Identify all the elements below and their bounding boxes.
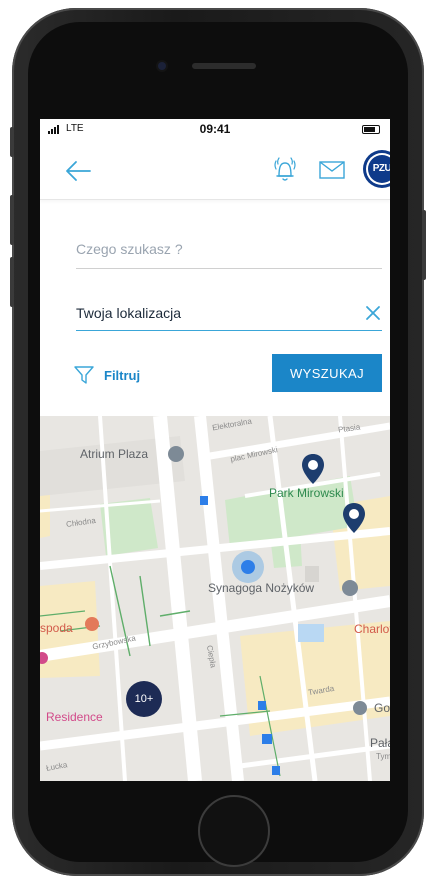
mute-switch — [10, 127, 14, 157]
map-label-poda: spoda — [40, 621, 73, 635]
location-field[interactable]: Twoja lokalizacja — [76, 305, 382, 331]
map-label-residence: Residence — [46, 710, 103, 724]
status-bar: LTE 09:41 — [40, 119, 390, 139]
status-time: 09:41 — [199, 122, 231, 136]
map-canvas — [40, 416, 390, 781]
field-underline-active — [76, 330, 382, 331]
current-location-marker — [232, 551, 264, 583]
filter-icon — [74, 366, 94, 384]
location-pin-icon[interactable] — [342, 502, 366, 534]
map-label-synagoga: Synagoga Nożyków — [208, 581, 315, 595]
map-label-atrium: Atrium Plaza — [80, 447, 149, 461]
arrow-left-icon[interactable] — [64, 159, 92, 183]
search-what-placeholder: Czego szukasz ? — [76, 241, 183, 257]
map-label-palac: Pałac — [370, 736, 390, 750]
location-pin-icon[interactable] — [301, 453, 325, 485]
map-label-charlotte: Charlotte — [354, 622, 390, 636]
battery-icon — [362, 125, 380, 134]
power-button — [422, 210, 426, 280]
bell-icon[interactable] — [272, 155, 298, 183]
home-button[interactable] — [198, 795, 270, 867]
volume-down-button — [10, 257, 14, 307]
earpiece-speaker — [192, 63, 256, 69]
app-screen: LTE 09:41 PZU Czego szukasz ? Twoja loka… — [40, 119, 390, 781]
mail-icon[interactable] — [319, 161, 345, 179]
app-header: PZU — [40, 141, 390, 200]
map-label-google: Googl — [374, 701, 390, 715]
search-button[interactable]: WYSZUKAJ — [272, 354, 382, 392]
front-camera — [158, 62, 166, 70]
map-view[interactable]: Atrium Plaza Park Mirowski Synagoga Noży… — [40, 416, 390, 781]
pzu-logo[interactable]: PZU — [366, 153, 390, 185]
location-value: Twoja lokalizacja — [76, 305, 182, 321]
map-cluster-marker[interactable]: 10+ — [126, 681, 162, 717]
map-label-tymc: Tymc — [376, 752, 390, 761]
map-label-park: Park Mirowski — [269, 486, 344, 500]
filter-label: Filtruj — [104, 367, 141, 383]
field-underline — [76, 268, 382, 269]
close-icon[interactable] — [364, 304, 382, 322]
volume-up-button — [10, 195, 14, 245]
filter-button[interactable]: Filtruj — [74, 361, 204, 389]
search-what-field[interactable]: Czego szukasz ? — [76, 241, 382, 269]
